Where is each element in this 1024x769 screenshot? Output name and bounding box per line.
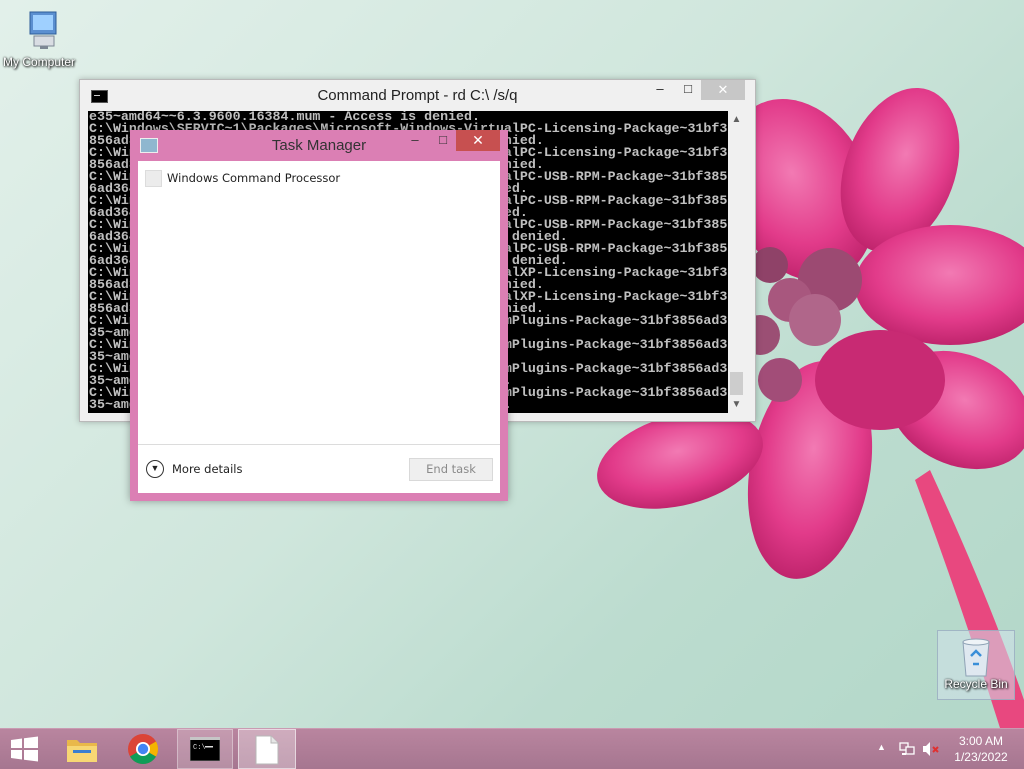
- cmd-close-button[interactable]: ✕: [701, 80, 745, 100]
- task-manager-body: Windows Command Processor ▼ More details…: [138, 161, 500, 493]
- taskbar-clock[interactable]: 3:00 AM 1/23/2022: [948, 733, 1014, 765]
- scroll-up-arrow-icon[interactable]: ▲: [728, 111, 745, 128]
- tm-maximize-button[interactable]: □: [430, 133, 456, 149]
- clock-date: 1/23/2022: [954, 750, 1008, 764]
- taskbar-document[interactable]: [238, 729, 296, 769]
- more-details-label: More details: [172, 462, 243, 476]
- cmd-icon: C:\: [190, 737, 220, 761]
- app-name: Windows Command Processor: [167, 171, 341, 185]
- chevron-up-icon: ▲: [877, 742, 886, 752]
- cmd-maximize-button[interactable]: □: [674, 80, 702, 100]
- tm-minimize-button[interactable]: –: [402, 133, 428, 149]
- network-icon: [899, 742, 915, 755]
- chevron-down-icon: ▼: [146, 460, 164, 478]
- windows-logo-icon: [11, 736, 38, 762]
- taskbar-file-explorer[interactable]: [56, 729, 108, 769]
- computer-icon: [29, 11, 57, 49]
- file-explorer-icon: [67, 740, 97, 762]
- scroll-down-arrow-icon[interactable]: ▼: [728, 396, 745, 413]
- volume-tray-button[interactable]: [920, 729, 942, 769]
- tm-close-button[interactable]: ✕: [456, 130, 500, 151]
- scroll-thumb[interactable]: [730, 372, 743, 395]
- end-task-button[interactable]: End task: [409, 458, 493, 481]
- task-manager-window[interactable]: Task Manager – □ ✕ Windows Command Proce…: [130, 130, 508, 501]
- task-manager-title-bar[interactable]: Task Manager – □ ✕: [130, 130, 508, 160]
- cmd-title-bar[interactable]: Command Prompt - rd C:\ /s/q – □ ✕: [80, 80, 755, 110]
- clock-time: 3:00 AM: [958, 734, 1004, 748]
- desktop-icon-my-computer[interactable]: My Computer: [0, 8, 78, 69]
- volume-muted-icon: [923, 742, 939, 756]
- taskbar-command-prompt[interactable]: C:\: [177, 729, 233, 769]
- recycle-bin-icon: [962, 638, 990, 677]
- app-icon: [145, 170, 162, 187]
- chrome-icon: [128, 734, 159, 765]
- taskbar-chrome[interactable]: [116, 729, 170, 769]
- cmd-minimize-button[interactable]: –: [646, 80, 674, 100]
- app-list-item[interactable]: Windows Command Processor: [138, 165, 500, 189]
- desktop-icon-label: Recycle Bin: [944, 677, 1008, 691]
- show-hidden-icons-button[interactable]: ▲: [876, 729, 888, 769]
- cmd-scrollbar[interactable]: ▲ ▼: [728, 111, 745, 413]
- desktop-icon-label: My Computer: [2, 55, 76, 69]
- taskbar: C:\ ▲ 3:00 AM 1/23/2022: [0, 728, 1024, 769]
- start-button[interactable]: [0, 729, 48, 769]
- svg-text:C:\: C:\: [193, 744, 206, 752]
- desktop-icon-recycle-bin[interactable]: Recycle Bin: [937, 630, 1015, 700]
- network-tray-button[interactable]: [897, 729, 917, 769]
- task-manager-footer: ▼ More details End task: [138, 444, 500, 494]
- document-icon: [255, 735, 279, 765]
